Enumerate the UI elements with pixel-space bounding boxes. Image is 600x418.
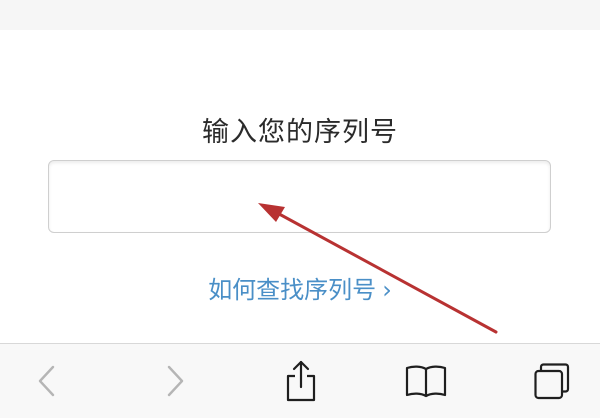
chevron-right-icon: ›	[382, 276, 392, 304]
tabs-button[interactable]	[527, 356, 577, 406]
serial-number-input[interactable]	[48, 160, 551, 233]
tabs-icon	[534, 363, 570, 400]
share-icon	[286, 360, 316, 402]
share-button[interactable]	[276, 356, 326, 406]
find-serial-number-link[interactable]: 如何查找序列号 ›	[0, 270, 600, 305]
forward-button[interactable]	[150, 356, 200, 406]
serial-number-label: 输入您的序列号	[202, 117, 398, 148]
bookmarks-button[interactable]	[401, 356, 451, 406]
bookmarks-icon	[405, 365, 447, 398]
back-button[interactable]	[22, 356, 72, 406]
browser-toolbar	[0, 343, 600, 418]
serial-number-page: 输入您的序列号 如何查找序列号 ›	[0, 0, 600, 418]
top-bar-strip	[0, 0, 600, 30]
back-icon	[38, 365, 55, 397]
find-serial-number-link-text: 如何查找序列号	[208, 276, 377, 304]
forward-icon	[167, 365, 184, 397]
